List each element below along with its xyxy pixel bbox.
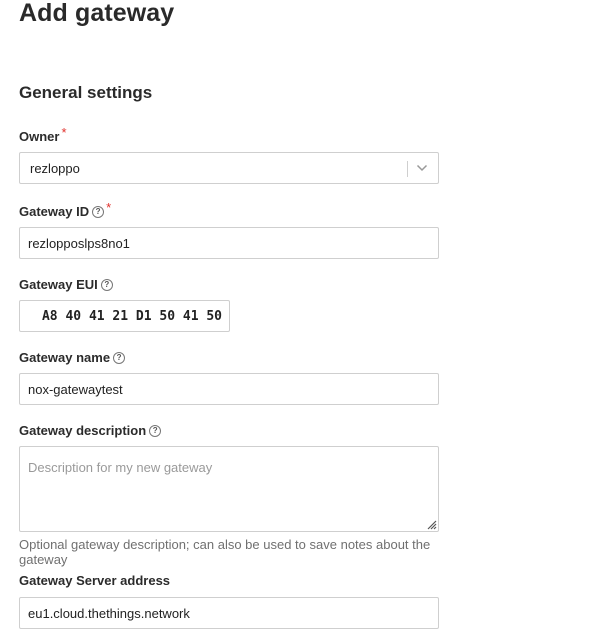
- gateway-name-label: Gateway name ?: [19, 350, 439, 366]
- gateway-description-label: Gateway description ?: [19, 423, 439, 439]
- gateway-description-field: Gateway description ? Description for my…: [19, 423, 439, 567]
- select-separator: [407, 161, 408, 177]
- chevron-down-icon[interactable]: [416, 162, 428, 174]
- help-circle-icon[interactable]: ?: [92, 206, 105, 218]
- gateway-server-address-input[interactable]: eu1.cloud.thethings.network: [19, 597, 439, 629]
- gateway-description-hint: Optional gateway description; can also b…: [19, 537, 431, 567]
- gateway-id-field: Gateway ID ? * rezlopposlps8no1: [19, 200, 439, 259]
- resize-grip-icon[interactable]: [425, 518, 437, 530]
- gateway-eui-label: Gateway EUI ?: [19, 277, 439, 293]
- help-circle-icon[interactable]: ?: [149, 425, 162, 437]
- gateway-eui-label-text: Gateway EUI: [19, 277, 98, 292]
- owner-label-text: Owner: [19, 129, 60, 144]
- help-circle-icon[interactable]: ?: [100, 279, 113, 291]
- gateway-name-value: nox-gatewaytest: [28, 381, 123, 397]
- gateway-server-address-field: Gateway Server address eu1.cloud.thethin…: [19, 573, 439, 629]
- gateway-id-value: rezlopposlps8no1: [28, 235, 130, 251]
- gateway-server-address-label: Gateway Server address: [19, 573, 439, 589]
- gateway-server-address-label-text: Gateway Server address: [19, 573, 171, 588]
- gateway-name-label-text: Gateway name: [19, 350, 111, 365]
- gateway-description-label-text: Gateway description: [19, 423, 147, 438]
- gateway-description-textarea[interactable]: Description for my new gateway: [19, 446, 439, 532]
- gateway-name-field: Gateway name ? nox-gatewaytest: [19, 350, 439, 405]
- gateway-eui-input[interactable]: A8 40 41 21 D1 50 41 50: [19, 300, 230, 332]
- gateway-description-placeholder: Description for my new gateway: [28, 460, 213, 475]
- page-title: Add gateway: [19, 0, 175, 27]
- owner-field: Owner * rezloppo: [19, 125, 439, 184]
- help-circle-icon[interactable]: ?: [113, 352, 126, 364]
- gateway-server-address-value: eu1.cloud.thethings.network: [28, 605, 190, 621]
- owner-label: Owner *: [19, 125, 439, 145]
- gateway-eui-field: Gateway EUI ? A8 40 41 21 D1 50 41 50: [19, 277, 439, 332]
- gateway-eui-value: A8 40 41 21 D1 50 41 50: [41, 308, 222, 324]
- gateway-id-label: Gateway ID ? *: [19, 200, 439, 220]
- owner-select[interactable]: rezloppo: [19, 152, 439, 184]
- section-title-general-settings: General settings: [19, 83, 153, 102]
- required-mark: *: [106, 200, 112, 215]
- required-mark: *: [61, 125, 67, 140]
- gateway-id-label-text: Gateway ID: [19, 204, 90, 219]
- gateway-id-input[interactable]: rezlopposlps8no1: [19, 227, 439, 259]
- owner-select-value: rezloppo: [30, 160, 80, 176]
- gateway-name-input[interactable]: nox-gatewaytest: [19, 373, 439, 405]
